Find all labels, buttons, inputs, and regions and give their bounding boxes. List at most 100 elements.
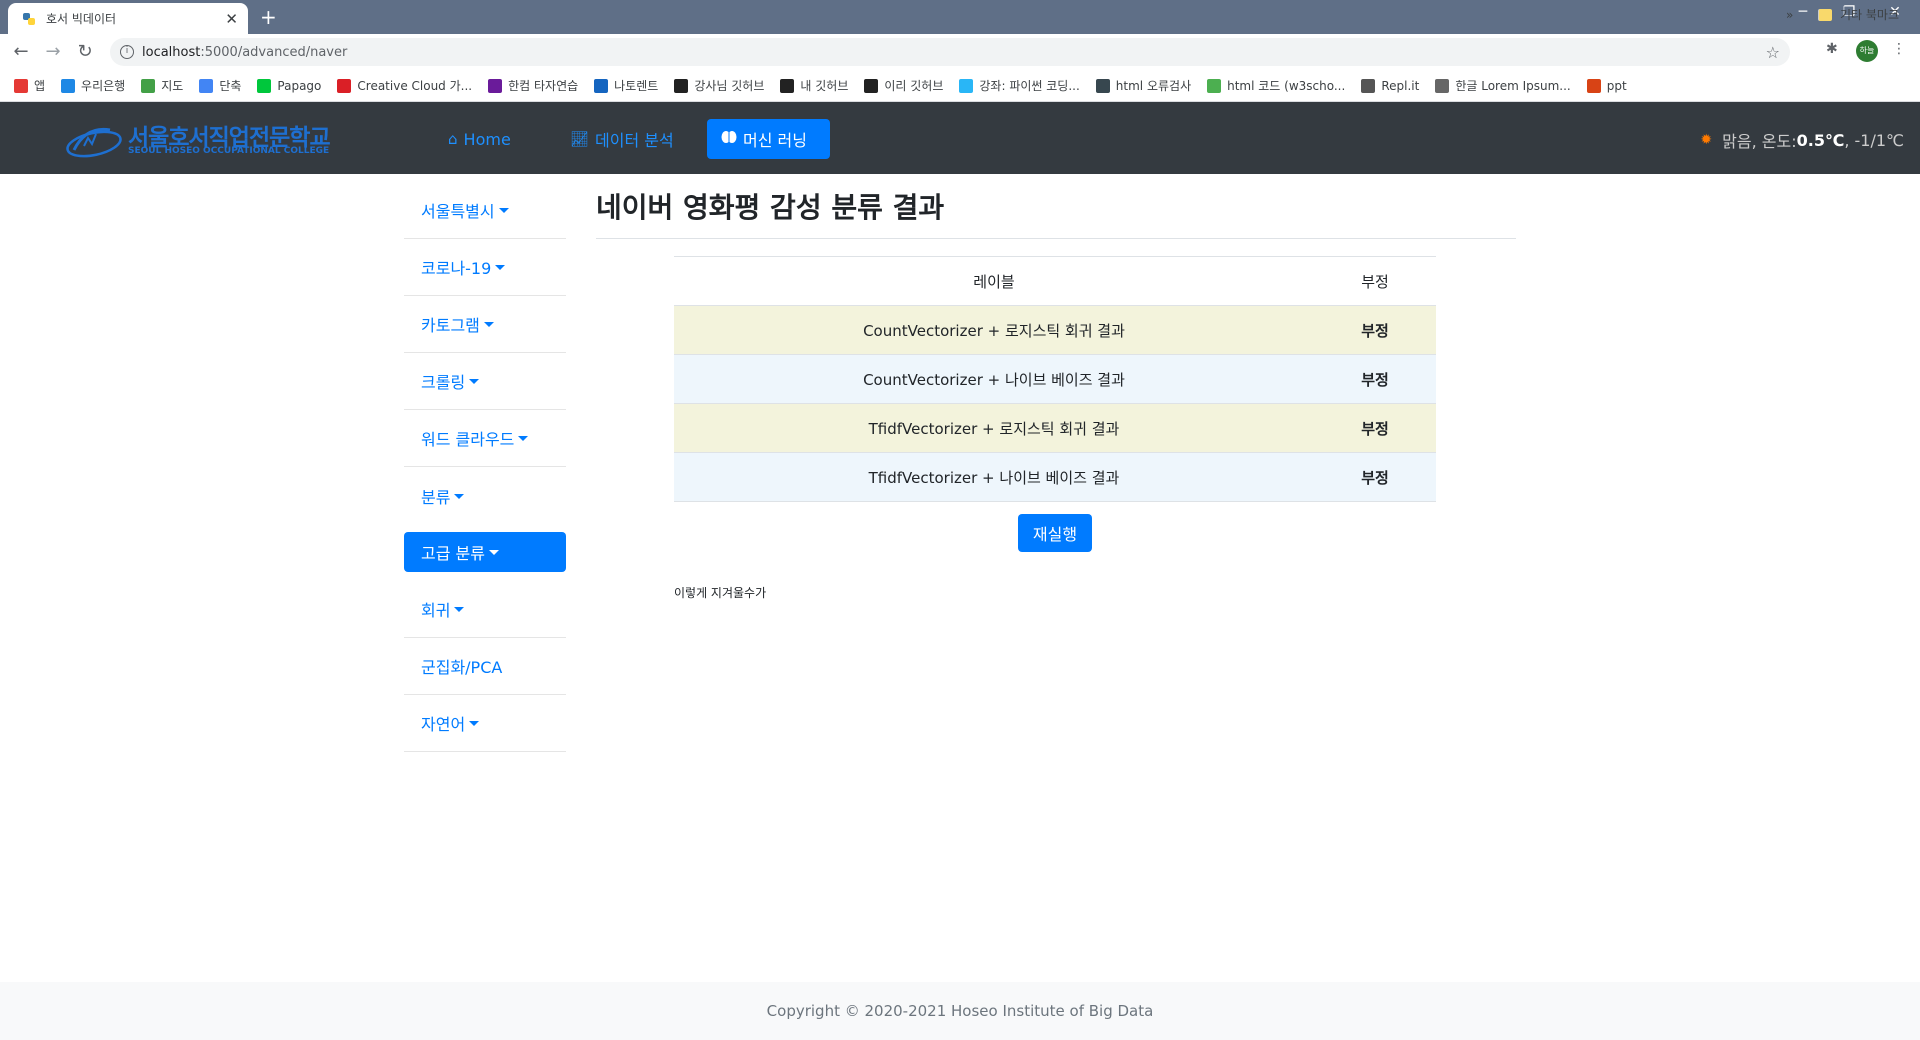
caret-down-icon — [454, 493, 465, 499]
nav-home-link[interactable]: ⌂ Home — [432, 119, 527, 159]
bookmark-item[interactable]: ppt — [1586, 78, 1627, 93]
result-table: 레이블 부정 CountVectorizer + 로지스틱 회귀 결과 부정 C… — [674, 256, 1436, 502]
other-bookmarks-folder[interactable]: 기타 북마크 — [1818, 6, 1899, 23]
bookmark-star-icon[interactable]: ☆ — [1766, 43, 1780, 62]
bookmark-item[interactable]: 내 깃허브 — [780, 77, 848, 94]
table-row: CountVectorizer + 나이브 베이즈 결과 부정 — [674, 354, 1436, 404]
title-divider — [596, 238, 1516, 239]
bookmarks-overflow-chevron-icon[interactable]: » — [1786, 8, 1793, 22]
caret-down-icon — [518, 436, 529, 441]
bookmark-favicon-icon — [488, 78, 503, 93]
sidebar-item-seoul[interactable]: 서울특별시 — [404, 182, 566, 239]
bookmark-favicon-icon — [1361, 78, 1376, 93]
back-arrow-icon[interactable]: ← — [10, 41, 32, 63]
note-text: 이렇게 지겨울수가 — [674, 586, 767, 600]
sidebar-item-cartogram[interactable]: 카토그램 — [404, 296, 566, 353]
python-favicon-icon — [23, 12, 35, 25]
table-row: CountVectorizer + 로지스틱 회귀 결과 부정 — [674, 305, 1436, 355]
reload-icon[interactable]: ↻ — [74, 41, 96, 63]
menu-kebab-icon[interactable]: ⋮ — [1892, 41, 1906, 57]
bookmark-item[interactable]: 우리은행 — [61, 77, 125, 94]
nav-data-analysis-link[interactable]: 📈︎ 데이터 분석 — [554, 119, 690, 159]
profile-avatar[interactable]: 하늘 — [1856, 40, 1878, 62]
rerun-button[interactable]: 재실행 — [1018, 514, 1092, 552]
tab-close-icon[interactable]: ✕ — [225, 10, 238, 28]
browser-tab[interactable]: 호서 빅데이터 ✕ — [8, 3, 248, 34]
row-value-cell: 부정 — [1314, 403, 1436, 453]
bookmark-favicon-icon — [1095, 78, 1110, 93]
weather-widget: ✹ 맑음, 온도: 0.5℃, -1/1℃ — [1700, 130, 1904, 152]
brain-icon — [721, 130, 737, 148]
logo-english-text: SEOUL HOSEO OCCUPATIONAL COLLEGE — [128, 146, 330, 156]
url-text: localhost:5000/advanced/naver — [142, 44, 348, 60]
bookmark-favicon-icon — [141, 78, 156, 93]
browser-tabstrip: 호서 빅데이터 ✕ + ─ ❐ ✕ — [0, 0, 1920, 34]
sidebar-item-advanced-classification[interactable]: 고급 분류 — [404, 532, 566, 572]
bookmark-item[interactable]: 나토렌트 — [594, 77, 658, 94]
caret-down-icon — [469, 379, 480, 384]
bookmark-favicon-icon — [199, 78, 214, 93]
bookmark-favicon-icon — [1435, 78, 1450, 93]
bookmark-item[interactable]: 한글 Lorem Ipsum... — [1435, 77, 1571, 94]
header-value-cell: 부정 — [1314, 256, 1436, 306]
table-row: TfidfVectorizer + 나이브 베이즈 결과 부정 — [674, 452, 1436, 502]
row-label-cell: TfidfVectorizer + 나이브 베이즈 결과 — [674, 452, 1314, 502]
bookmarks-bar: 앱 우리은행 지도 단축 Papago Creative Cloud 가... 한컴 타자연… — [0, 70, 1920, 102]
sidebar-item-nlp[interactable]: 자연어 — [404, 695, 566, 752]
bookmark-favicon-icon — [61, 78, 76, 93]
sidebar-item-classification[interactable]: 분류 — [404, 467, 566, 524]
caret-down-icon — [454, 607, 465, 612]
caret-down-icon — [483, 322, 494, 327]
sidebar-item-regression[interactable]: 회귀 — [404, 581, 566, 638]
extensions-puzzle-icon[interactable]: ✱ — [1826, 41, 1838, 57]
copyright-text: Copyright © 2020-2021 Hoseo Institute of… — [766, 1002, 1154, 1020]
bookmark-favicon-icon — [780, 78, 795, 93]
bookmark-item[interactable]: Creative Cloud 가... — [337, 77, 472, 94]
bookmark-item[interactable]: html 오류검사 — [1095, 77, 1191, 94]
table-row: TfidfVectorizer + 로지스틱 회귀 결과 부정 — [674, 403, 1436, 453]
row-label-cell: TfidfVectorizer + 로지스틱 회귀 결과 — [674, 403, 1314, 453]
bookmark-item[interactable]: Papago — [257, 78, 321, 93]
sidebar-item-crawling[interactable]: 크롤링 — [404, 353, 566, 410]
bookmark-item[interactable]: 강좌: 파이썬 코딩... — [959, 77, 1080, 94]
bookmark-item[interactable]: 지도 — [141, 77, 183, 94]
new-tab-button[interactable]: + — [260, 6, 277, 28]
site-navbar: 서울호서직업전문학교 SEOUL HOSEO OCCUPATIONAL COLL… — [0, 102, 1920, 174]
table-header-row: 레이블 부정 — [674, 256, 1436, 306]
footer: Copyright © 2020-2021 Hoseo Institute of… — [0, 982, 1920, 1040]
bookmark-favicon-icon — [337, 78, 352, 93]
college-logo[interactable]: 서울호서직업전문학교 SEOUL HOSEO OCCUPATIONAL COLL… — [64, 116, 338, 162]
bookmark-item[interactable]: 이리 깃허브 — [864, 77, 943, 94]
site-info-icon[interactable]: i — [120, 45, 134, 59]
row-label-cell: CountVectorizer + 나이브 베이즈 결과 — [674, 354, 1314, 404]
folder-icon — [1818, 8, 1832, 21]
bookmark-item[interactable]: 강사님 깃허브 — [674, 77, 764, 94]
bookmark-favicon-icon — [14, 78, 28, 93]
bookmark-favicon-icon — [594, 78, 609, 93]
logo-swoosh-icon — [66, 127, 122, 158]
row-label-cell: CountVectorizer + 로지스틱 회귀 결과 — [674, 305, 1314, 355]
forward-arrow-icon[interactable]: → — [42, 41, 64, 63]
caret-down-icon — [488, 550, 499, 555]
sidebar-item-wordcloud[interactable]: 워드 클라우드 — [404, 410, 566, 467]
row-value-cell: 부정 — [1314, 452, 1436, 502]
address-bar[interactable]: i localhost:5000/advanced/naver ☆ — [110, 38, 1790, 66]
row-value-cell: 부정 — [1314, 305, 1436, 355]
browser-toolbar: ← → ↻ i localhost:5000/advanced/naver ☆ … — [0, 34, 1920, 70]
nav-machine-learning-link[interactable]: 머신 러닝 — [707, 119, 830, 159]
bookmark-item[interactable]: 단축 — [199, 77, 241, 94]
sidebar-item-covid19[interactable]: 코로나-19 — [404, 239, 566, 296]
sun-icon: ✹ — [1700, 132, 1713, 148]
weather-temp: 0.5℃ — [1796, 130, 1845, 150]
caret-down-icon — [498, 208, 509, 213]
bookmark-favicon-icon — [959, 78, 974, 93]
sidebar-item-clustering-pca[interactable]: 군집화/PCA — [404, 638, 566, 695]
bookmark-item[interactable]: Repl.it — [1361, 78, 1419, 93]
bookmark-item[interactable]: 한컴 타자연습 — [488, 77, 578, 94]
row-value-cell: 부정 — [1314, 354, 1436, 404]
header-label-cell: 레이블 — [674, 256, 1314, 306]
bookmark-item[interactable]: html 코드 (w3scho... — [1207, 77, 1345, 94]
caret-down-icon — [495, 265, 506, 270]
bookmark-item[interactable]: 앱 — [14, 77, 45, 94]
caret-down-icon — [469, 721, 480, 726]
